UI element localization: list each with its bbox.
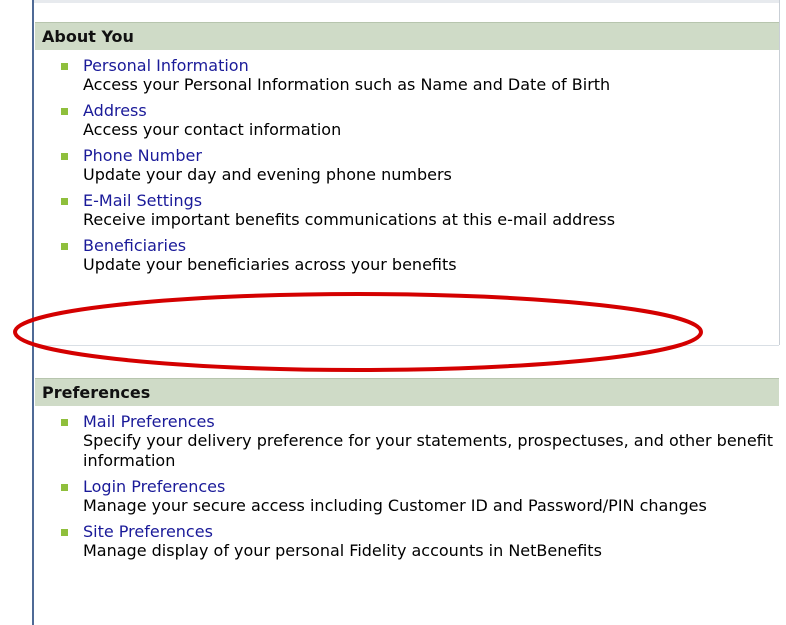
list-item-site-preferences: Site Preferences Manage display of your … (35, 522, 779, 561)
square-bullet-icon (61, 243, 68, 250)
list-item-mail-preferences: Mail Preferences Specify your delivery p… (35, 412, 779, 471)
square-bullet-icon (61, 153, 68, 160)
mail-preferences-description: Specify your delivery preference for you… (83, 431, 774, 470)
phone-number-link[interactable]: Phone Number (83, 146, 779, 165)
square-bullet-icon (61, 108, 68, 115)
annotation-ellipse (13, 292, 703, 372)
phone-number-description: Update your day and evening phone number… (83, 165, 452, 184)
site-preferences-link[interactable]: Site Preferences (83, 522, 779, 541)
square-bullet-icon (61, 419, 68, 426)
email-settings-link[interactable]: E-Mail Settings (83, 191, 779, 210)
preferences-section: Preferences Mail Preferences Specify you… (35, 378, 779, 561)
beneficiaries-description: Update your beneficiaries across your be… (83, 255, 457, 274)
email-settings-description: Receive important benefits communication… (83, 210, 616, 229)
preferences-list: Mail Preferences Specify your delivery p… (35, 412, 779, 561)
address-description: Access your contact information (83, 120, 342, 139)
mail-preferences-link[interactable]: Mail Preferences (83, 412, 779, 431)
square-bullet-icon (61, 529, 68, 536)
about-you-section: About You Personal Information Access yo… (35, 22, 779, 275)
list-item-beneficiaries: Beneficiaries Update your beneficiaries … (35, 236, 779, 275)
site-preferences-description: Manage display of your personal Fidelity… (83, 541, 602, 560)
address-link[interactable]: Address (83, 101, 779, 120)
list-item-login-preferences: Login Preferences Manage your secure acc… (35, 477, 779, 516)
list-item-personal-information: Personal Information Access your Persona… (35, 56, 779, 95)
frame-right-border (779, 0, 780, 345)
red-ellipse-highlight (13, 292, 703, 372)
list-item-email-settings: E-Mail Settings Receive important benefi… (35, 191, 779, 230)
frame-top-border (32, 0, 780, 3)
square-bullet-icon (61, 198, 68, 205)
beneficiaries-link[interactable]: Beneficiaries (83, 236, 779, 255)
square-bullet-icon (61, 63, 68, 70)
personal-information-description: Access your Personal Information such as… (83, 75, 611, 94)
section-header-preferences: Preferences (35, 378, 779, 406)
login-preferences-description: Manage your secure access including Cust… (83, 496, 707, 515)
about-you-list: Personal Information Access your Persona… (35, 56, 779, 275)
list-item-address: Address Access your contact information (35, 101, 779, 140)
list-item-phone-number: Phone Number Update your day and evening… (35, 146, 779, 185)
square-bullet-icon (61, 484, 68, 491)
login-preferences-link[interactable]: Login Preferences (83, 477, 779, 496)
personal-information-link[interactable]: Personal Information (83, 56, 779, 75)
section-header-about-you: About You (35, 22, 779, 50)
